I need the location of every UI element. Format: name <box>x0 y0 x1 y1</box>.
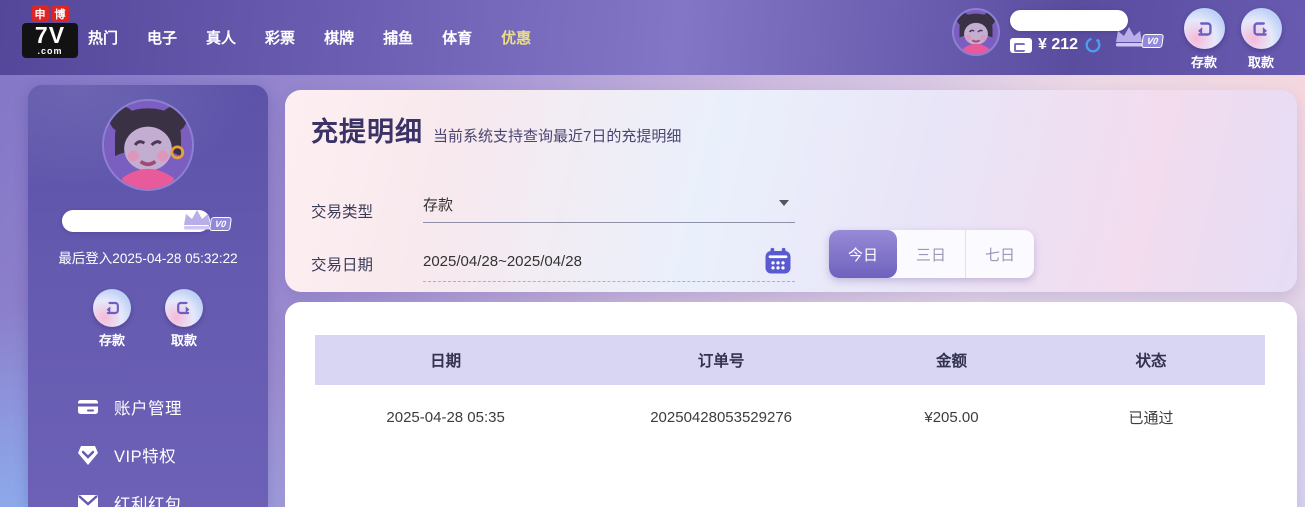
page-subtitle: 当前系统支持查询最近7日的充提明细 <box>433 128 682 145</box>
withdraw-icon <box>165 289 203 327</box>
site-logo[interactable]: 申 博 7V .com <box>22 5 78 58</box>
envelope-icon <box>76 491 100 507</box>
nav-item-promo[interactable]: 优惠 <box>501 27 531 48</box>
range-7day-button[interactable]: 七日 <box>966 230 1034 278</box>
column-header-date: 日期 <box>430 353 462 370</box>
sidebar: V0 最后登入2025-04-28 05:32:22 存款 取款 账户管理 VI… <box>28 85 268 507</box>
cell-amount: ¥205.00 <box>924 408 979 426</box>
refresh-balance-icon[interactable] <box>1084 36 1102 54</box>
cell-date: 2025-04-28 05:35 <box>386 408 505 426</box>
range-3day-button[interactable]: 三日 <box>897 230 966 278</box>
table-header-row: 日期 订单号 金额 状态 <box>315 335 1265 385</box>
chevron-down-icon <box>779 200 789 206</box>
nav-item-sports[interactable]: 体育 <box>442 27 472 48</box>
vip-level[interactable]: V0 <box>180 207 232 231</box>
transaction-date-input[interactable]: 2025/04/28~2025/04/28 <box>423 242 795 282</box>
sidebar-item-label: 账户管理 <box>114 400 182 418</box>
deposit-icon <box>93 289 131 327</box>
wallet-icon <box>1010 37 1032 53</box>
sidebar-item-vip[interactable]: VIP特权 <box>28 431 268 479</box>
column-header-amount: 金额 <box>935 353 967 370</box>
avatar[interactable] <box>952 8 1000 56</box>
withdraw-button[interactable]: 取款 <box>1239 8 1283 71</box>
logo-badge-1: 申 <box>31 5 49 22</box>
sidebar-actions: 存款 取款 <box>28 289 268 349</box>
logo-suffix: .com <box>37 46 63 56</box>
card-icon <box>76 395 100 419</box>
sidebar-menu: 账户管理 VIP特权 红利红包 <box>28 383 268 507</box>
transaction-type-label: 交易类型 <box>311 204 374 221</box>
logo-text: 7V <box>34 22 66 48</box>
table-row: 2025-04-28 05:35 20250428053529276 ¥205.… <box>315 385 1265 449</box>
transaction-date-label: 交易日期 <box>311 257 374 274</box>
balance-row: ¥ 212 <box>1010 36 1102 54</box>
gem-icon <box>76 443 100 467</box>
nav-item-lottery[interactable]: 彩票 <box>265 27 295 48</box>
deposit-icon <box>1183 8 1225 49</box>
title-row: 充提明细 当前系统支持查询最近7日的充提明细 <box>311 110 681 149</box>
logo-badges: 申 博 <box>22 5 78 22</box>
avatar-image <box>104 101 192 189</box>
nav-menu: 热门 电子 真人 彩票 棋牌 捕鱼 体育 优惠 <box>88 0 531 75</box>
top-nav: 申 博 7V .com 热门 电子 真人 彩票 棋牌 捕鱼 体育 优惠 ¥ 21… <box>0 0 1305 75</box>
balance-amount: ¥ 212 <box>1038 36 1079 53</box>
vip-level[interactable]: V0 <box>1112 24 1164 48</box>
column-header-order: 订单号 <box>697 353 745 370</box>
withdraw-icon <box>1240 8 1282 49</box>
deposit-button[interactable]: 存款 <box>90 289 134 349</box>
last-login-text: 最后登入2025-04-28 05:32:22 <box>58 251 238 266</box>
withdraw-label: 取款 <box>1247 55 1274 70</box>
nav-item-slots[interactable]: 电子 <box>147 27 177 48</box>
date-range-group: 今日 三日 七日 <box>829 230 1034 278</box>
calendar-icon[interactable] <box>763 246 793 276</box>
transaction-type-value: 存款 <box>423 197 454 214</box>
nav-item-hot[interactable]: 热门 <box>88 27 118 48</box>
cell-status: 已通过 <box>1128 409 1174 427</box>
sidebar-item-label: 红利红包 <box>114 496 182 507</box>
nav-item-live[interactable]: 真人 <box>206 27 236 48</box>
withdraw-button[interactable]: 取款 <box>162 289 206 349</box>
avatar[interactable] <box>102 99 194 191</box>
sidebar-user-row: V0 <box>28 207 268 235</box>
sidebar-item-label: VIP特权 <box>114 448 177 466</box>
avatar-image <box>954 10 998 54</box>
logo-chip: 7V .com <box>22 23 78 58</box>
nav-actions: 存款 取款 <box>1182 8 1283 71</box>
transaction-type-select[interactable]: 存款 <box>423 183 795 223</box>
vip-badge: V0 <box>209 217 232 231</box>
sidebar-item-account[interactable]: 账户管理 <box>28 383 268 431</box>
cell-order-number: 20250428053529276 <box>650 408 793 426</box>
column-header-status: 状态 <box>1135 353 1167 370</box>
sidebar-item-bonus[interactable]: 红利红包 <box>28 479 268 507</box>
filter-card: 充提明细 当前系统支持查询最近7日的充提明细 交易类型 存款 交易日期 2025… <box>285 90 1297 292</box>
deposit-label: 存款 <box>98 333 125 348</box>
deposit-button[interactable]: 存款 <box>1182 8 1226 71</box>
vip-badge: V0 <box>1141 34 1164 48</box>
logo-badge-2: 博 <box>51 5 69 22</box>
username-censored <box>1010 10 1128 31</box>
transaction-date-value: 2025/04/28~2025/04/28 <box>423 253 582 270</box>
deposit-label: 存款 <box>1190 55 1217 70</box>
page-title: 充提明细 <box>311 117 423 147</box>
range-today-button[interactable]: 今日 <box>829 230 897 278</box>
records-card: 日期 订单号 金额 状态 2025-04-28 05:35 2025042805… <box>285 302 1297 507</box>
nav-item-fishing[interactable]: 捕鱼 <box>383 27 413 48</box>
records-table: 日期 订单号 金额 状态 2025-04-28 05:35 2025042805… <box>315 335 1265 449</box>
nav-item-chess[interactable]: 棋牌 <box>324 27 354 48</box>
withdraw-label: 取款 <box>170 333 197 348</box>
